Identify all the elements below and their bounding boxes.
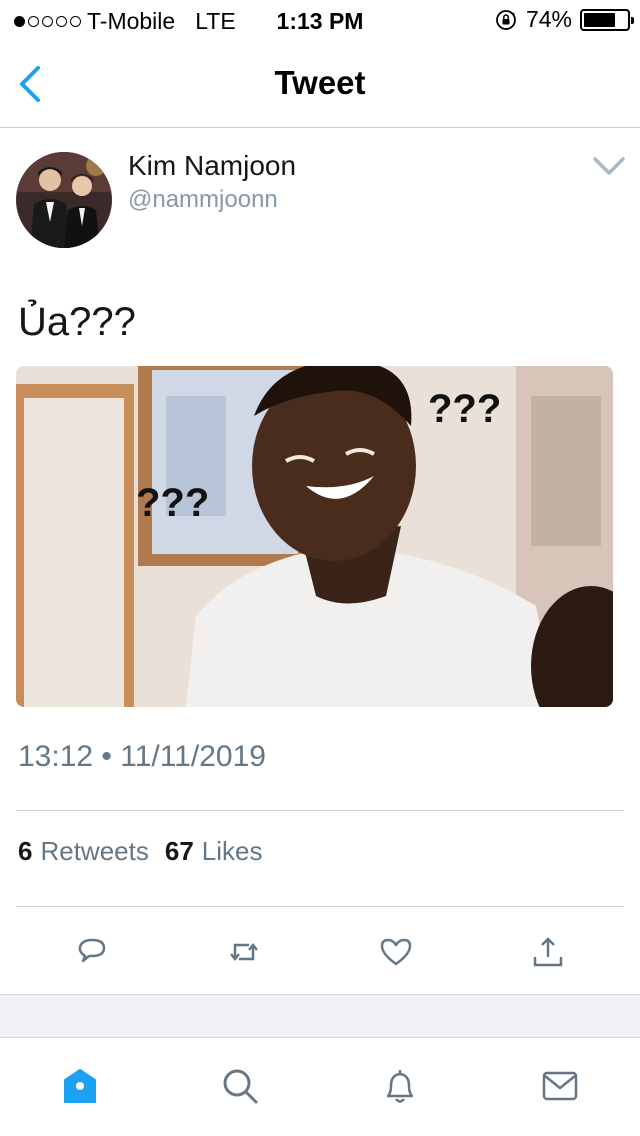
page-title: Tweet — [274, 64, 366, 101]
likes-label: Likes — [201, 836, 263, 866]
share-button[interactable] — [526, 930, 570, 974]
retweet-icon — [230, 942, 258, 962]
battery-percent: 74% — [525, 6, 572, 32]
tab-home[interactable] — [58, 1064, 102, 1108]
bell-icon — [386, 1070, 414, 1103]
tab-search[interactable] — [218, 1064, 262, 1108]
tweet-timestamp: 13:12 • 11/11/2019 — [18, 740, 266, 773]
chevron-down-icon[interactable] — [592, 154, 626, 178]
tweet-text: Ủa??? — [18, 300, 136, 344]
navigation-bar: Tweet — [0, 40, 640, 128]
heart-icon — [380, 938, 412, 966]
section-separator — [0, 994, 640, 1038]
likes-stat[interactable]: 67 Likes — [165, 836, 263, 867]
tab-notifications[interactable] — [378, 1064, 422, 1108]
tweet-stats: 6 Retweets 67 Likes — [18, 836, 262, 867]
rotation-lock-icon — [496, 9, 516, 30]
author-name[interactable]: Kim Namjoon — [128, 150, 296, 182]
retweets-count: 6 — [18, 836, 33, 866]
like-button[interactable] — [374, 930, 418, 974]
share-icon — [533, 937, 563, 967]
likes-count: 67 — [164, 836, 194, 866]
reply-icon — [78, 938, 106, 963]
retweets-label: Retweets — [40, 836, 149, 866]
status-bar: T-Mobile LTE 1:13 PM 74% — [0, 0, 640, 40]
tab-messages[interactable] — [538, 1064, 582, 1108]
battery-icon — [580, 8, 634, 31]
battery-fill — [584, 12, 616, 27]
divider — [16, 810, 624, 811]
tweet-media-image[interactable]: ??? ??? — [16, 366, 613, 707]
status-right: 74% — [494, 6, 634, 33]
home-icon — [64, 1069, 96, 1103]
question-marks-right: ??? — [428, 387, 501, 431]
search-icon — [223, 1069, 258, 1104]
mail-icon — [542, 1071, 578, 1101]
bottom-tab-bar — [0, 1038, 640, 1136]
avatar-photo — [16, 152, 112, 248]
author-handle[interactable]: @nammjoonn — [128, 186, 278, 214]
tweet-actions — [0, 920, 640, 980]
meme-image: ??? ??? — [16, 366, 613, 707]
question-marks-left: ??? — [136, 481, 209, 525]
retweet-button[interactable] — [222, 930, 266, 974]
avatar[interactable] — [16, 152, 112, 248]
divider — [16, 906, 624, 907]
reply-button[interactable] — [70, 930, 114, 974]
retweets-stat[interactable]: 6 Retweets — [18, 836, 149, 867]
